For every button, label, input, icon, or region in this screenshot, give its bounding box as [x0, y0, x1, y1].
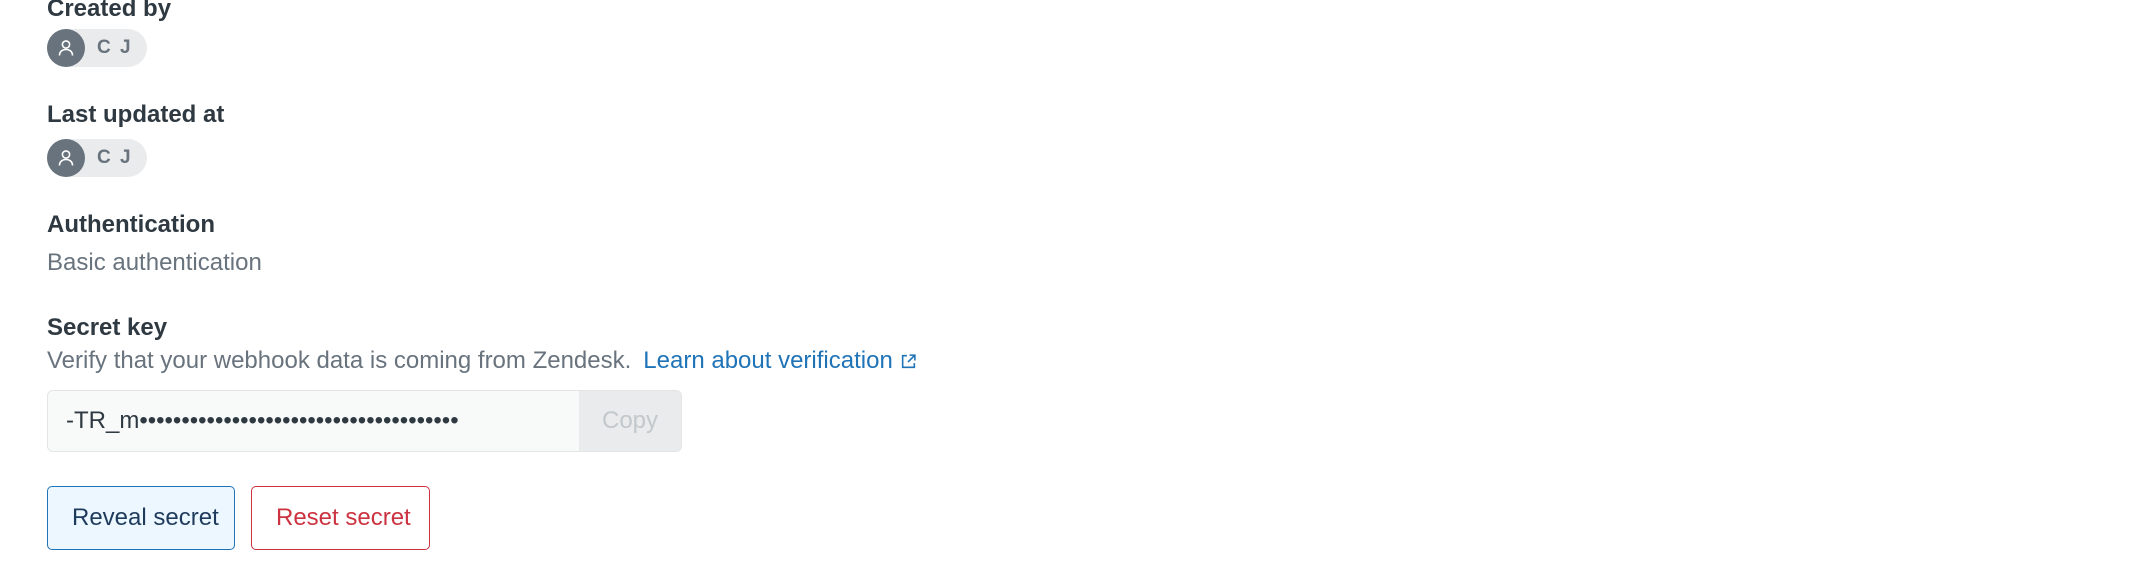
last-updated-label: Last updated at	[47, 101, 225, 128]
learn-about-verification-link-text: Learn about verification	[643, 347, 893, 374]
avatar	[47, 29, 85, 67]
avatar	[47, 139, 85, 177]
authentication-value: Basic authentication	[47, 249, 262, 276]
secret-key-label: Secret key	[47, 314, 168, 341]
reset-secret-button[interactable]: Reset secret	[251, 486, 430, 550]
secret-key-input[interactable]	[48, 391, 579, 451]
secret-key-field: Copy	[47, 390, 682, 452]
webhook-details-panel: Created by C J Last updated at C J Authe…	[0, 0, 2142, 562]
external-link-icon	[901, 353, 916, 368]
last-updated-user-name: C J	[97, 147, 133, 168]
last-updated-user-chip: C J	[47, 139, 147, 177]
created-by-user-name: C J	[97, 37, 133, 58]
created-by-user-chip: C J	[47, 29, 147, 67]
person-icon	[58, 150, 74, 166]
created-by-label: Created by	[47, 0, 172, 22]
person-icon	[58, 40, 74, 56]
authentication-label: Authentication	[47, 211, 215, 238]
learn-about-verification-link[interactable]: Learn about verification	[643, 346, 917, 376]
copy-button[interactable]: Copy	[579, 391, 681, 451]
secret-key-hint: Verify that your webhook data is coming …	[47, 346, 917, 376]
secret-key-description: Verify that your webhook data is coming …	[47, 347, 632, 374]
reveal-secret-button[interactable]: Reveal secret	[47, 486, 235, 550]
